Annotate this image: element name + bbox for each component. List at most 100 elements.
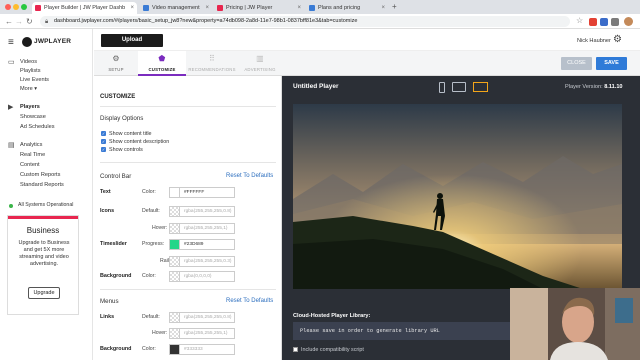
color-swatch[interactable] xyxy=(170,345,180,354)
field-label: Default: xyxy=(142,314,160,320)
ad-icon: ▥ xyxy=(256,54,264,63)
star-icon[interactable]: ☆ xyxy=(576,17,584,25)
video-preview[interactable] xyxy=(293,104,622,289)
desktop-device-icon[interactable] xyxy=(473,82,488,92)
color-swatch[interactable] xyxy=(170,224,180,233)
tab-label: RECOMMENDATIONS xyxy=(188,67,236,72)
sidebar-item-standard-reports[interactable]: Standard Reports xyxy=(20,182,64,188)
extension-icon[interactable] xyxy=(589,18,597,26)
sidebar-item-analytics[interactable]: Analytics xyxy=(20,142,42,148)
sidebar-item-ad-schedules[interactable]: Ad Schedules xyxy=(20,124,55,130)
sidebar-item-videos[interactable]: Videos xyxy=(20,59,37,65)
compatibility-label: Include compatibility script xyxy=(301,347,364,353)
library-label: Cloud-Hosted Player Library: xyxy=(293,313,371,319)
minimize-window-dot[interactable] xyxy=(13,4,19,10)
compatibility-checkbox[interactable] xyxy=(293,347,298,352)
tab-customize[interactable]: ⬟ CUSTOMIZE xyxy=(138,51,186,76)
tab-close-icon[interactable]: × xyxy=(297,2,301,14)
color-swatch[interactable] xyxy=(170,257,180,266)
save-button[interactable]: SAVE xyxy=(596,57,627,70)
maximize-window-dot[interactable] xyxy=(21,4,27,10)
menu-bg-field[interactable]: #333333 xyxy=(169,344,235,355)
player-title: Untitled Player xyxy=(293,83,339,90)
text-row-label: Text xyxy=(100,189,111,195)
tab-close-icon[interactable]: × xyxy=(381,2,385,14)
sidebar-item-players[interactable]: Players xyxy=(20,104,40,110)
reset-defaults-link[interactable]: Reset To Defaults xyxy=(226,298,273,304)
tab-advertising[interactable]: ▥ ADVERTISING xyxy=(238,51,282,76)
address-bar-row: ← → ↻ dashboard.jwplayer.com/#/players/b… xyxy=(0,14,640,29)
sidebar-item-more[interactable]: More ▾ xyxy=(20,86,37,92)
color-swatch[interactable] xyxy=(170,313,180,322)
tab-recommendations[interactable]: ⠿ RECOMMENDATIONS xyxy=(186,51,238,76)
icons-hover-field[interactable]: rgba(255,255,255,1) xyxy=(169,223,235,234)
sidebar-item-custom-reports[interactable]: Custom Reports xyxy=(20,172,60,178)
plans-favicon-icon xyxy=(309,5,315,11)
icons-default-field[interactable]: rgba(255,255,255,0.8) xyxy=(169,206,235,217)
checkbox-show-description[interactable]: ✓ xyxy=(101,139,106,144)
links-hover-field[interactable]: rgba(255,255,255,1) xyxy=(169,328,235,339)
presenter-webcam-image xyxy=(510,288,640,360)
extension-icon[interactable] xyxy=(611,18,619,26)
tab-close-icon[interactable]: × xyxy=(205,2,209,14)
reset-defaults-link[interactable]: Reset To Defaults xyxy=(226,173,273,179)
app-top-bar: Upload Nick Haubner ⚙ xyxy=(94,29,640,51)
controlbar-bg-field[interactable]: rgba(0,0,0,0) xyxy=(169,271,235,282)
field-label: Progress: xyxy=(142,241,165,247)
extension-icon[interactable] xyxy=(600,18,608,26)
browser-tab[interactable]: Player Builder | JW Player Dashb × xyxy=(32,2,137,14)
browser-tab[interactable]: Video management × xyxy=(140,2,212,14)
checkbox-show-controls[interactable]: ✓ xyxy=(101,147,106,152)
forward-icon[interactable]: → xyxy=(15,17,23,26)
browser-tab[interactable]: Pricing | JW Player × xyxy=(214,2,304,14)
field-label: Color: xyxy=(142,346,156,352)
jwplayer-logo-mark xyxy=(22,37,32,47)
sidebar: ≡ JWPLAYER ▭ Videos Playlists Live Event… xyxy=(0,29,93,360)
divider xyxy=(100,106,276,107)
sidebar-item-live-events[interactable]: Live Events xyxy=(20,77,49,83)
profile-avatar[interactable] xyxy=(624,17,633,26)
upgrade-body: Upgrade to Business and get 5X more stre… xyxy=(18,240,70,267)
new-tab-icon[interactable]: + xyxy=(392,2,397,11)
settings-gear-icon[interactable]: ⚙ xyxy=(613,34,622,45)
color-swatch[interactable] xyxy=(170,240,180,249)
timeslider-rail-field[interactable]: rgba(255,255,255,0.3) xyxy=(169,256,235,267)
close-window-dot[interactable] xyxy=(5,4,11,10)
system-status-text[interactable]: All Systems Operational xyxy=(18,202,73,208)
color-swatch[interactable] xyxy=(170,207,180,216)
timeslider-progress-field[interactable]: #23D689 xyxy=(169,239,235,250)
checkbox-show-title[interactable]: ✓ xyxy=(101,131,106,136)
text-color-field[interactable]: #FFFFFF xyxy=(169,187,235,198)
field-placeholder: rgba(255,255,255,0.8) xyxy=(184,209,232,214)
tablet-device-icon[interactable] xyxy=(452,82,466,92)
color-swatch[interactable] xyxy=(170,188,180,197)
links-default-field[interactable]: rgba(255,255,255,0.8) xyxy=(169,312,235,323)
color-swatch[interactable] xyxy=(170,272,180,281)
reload-icon[interactable]: ↻ xyxy=(26,17,33,26)
field-label: Color: xyxy=(142,273,156,279)
sidebar-item-playlists[interactable]: Playlists xyxy=(20,68,41,74)
page-title: CUSTOMIZE xyxy=(100,94,136,100)
menu-icon[interactable]: ≡ xyxy=(8,37,14,48)
sidebar-item-real-time[interactable]: Real Time xyxy=(20,152,45,158)
sidebar-item-showcase[interactable]: Showcase xyxy=(20,114,46,120)
lock-icon: 🔒︎ xyxy=(45,19,49,25)
tab-setup[interactable]: ⚙ SETUP xyxy=(94,51,138,76)
tab-close-icon[interactable]: × xyxy=(130,2,134,14)
browser-tab[interactable]: Plans and pricing × xyxy=(306,2,388,14)
links-row-label: Links xyxy=(100,314,115,320)
upgrade-button[interactable]: Upgrade xyxy=(28,287,60,299)
close-button[interactable]: CLOSE xyxy=(561,57,592,70)
url-field[interactable]: dashboard.jwplayer.com/#/players/basic_s… xyxy=(40,16,570,27)
sidebar-item-content[interactable]: Content xyxy=(20,162,40,168)
upload-button[interactable]: Upload xyxy=(101,34,163,47)
color-swatch[interactable] xyxy=(170,329,180,338)
video-icon: ▭ xyxy=(8,59,15,66)
gear-icon: ⚙ xyxy=(112,54,120,63)
display-options-title: Display Options xyxy=(100,115,144,122)
user-name[interactable]: Nick Haubner xyxy=(577,38,611,44)
back-icon[interactable]: ← xyxy=(5,17,13,26)
upgrade-card-accent xyxy=(8,216,78,219)
mobile-device-icon[interactable] xyxy=(439,82,445,93)
jwplayer-logo[interactable]: JWPLAYER xyxy=(22,36,71,48)
